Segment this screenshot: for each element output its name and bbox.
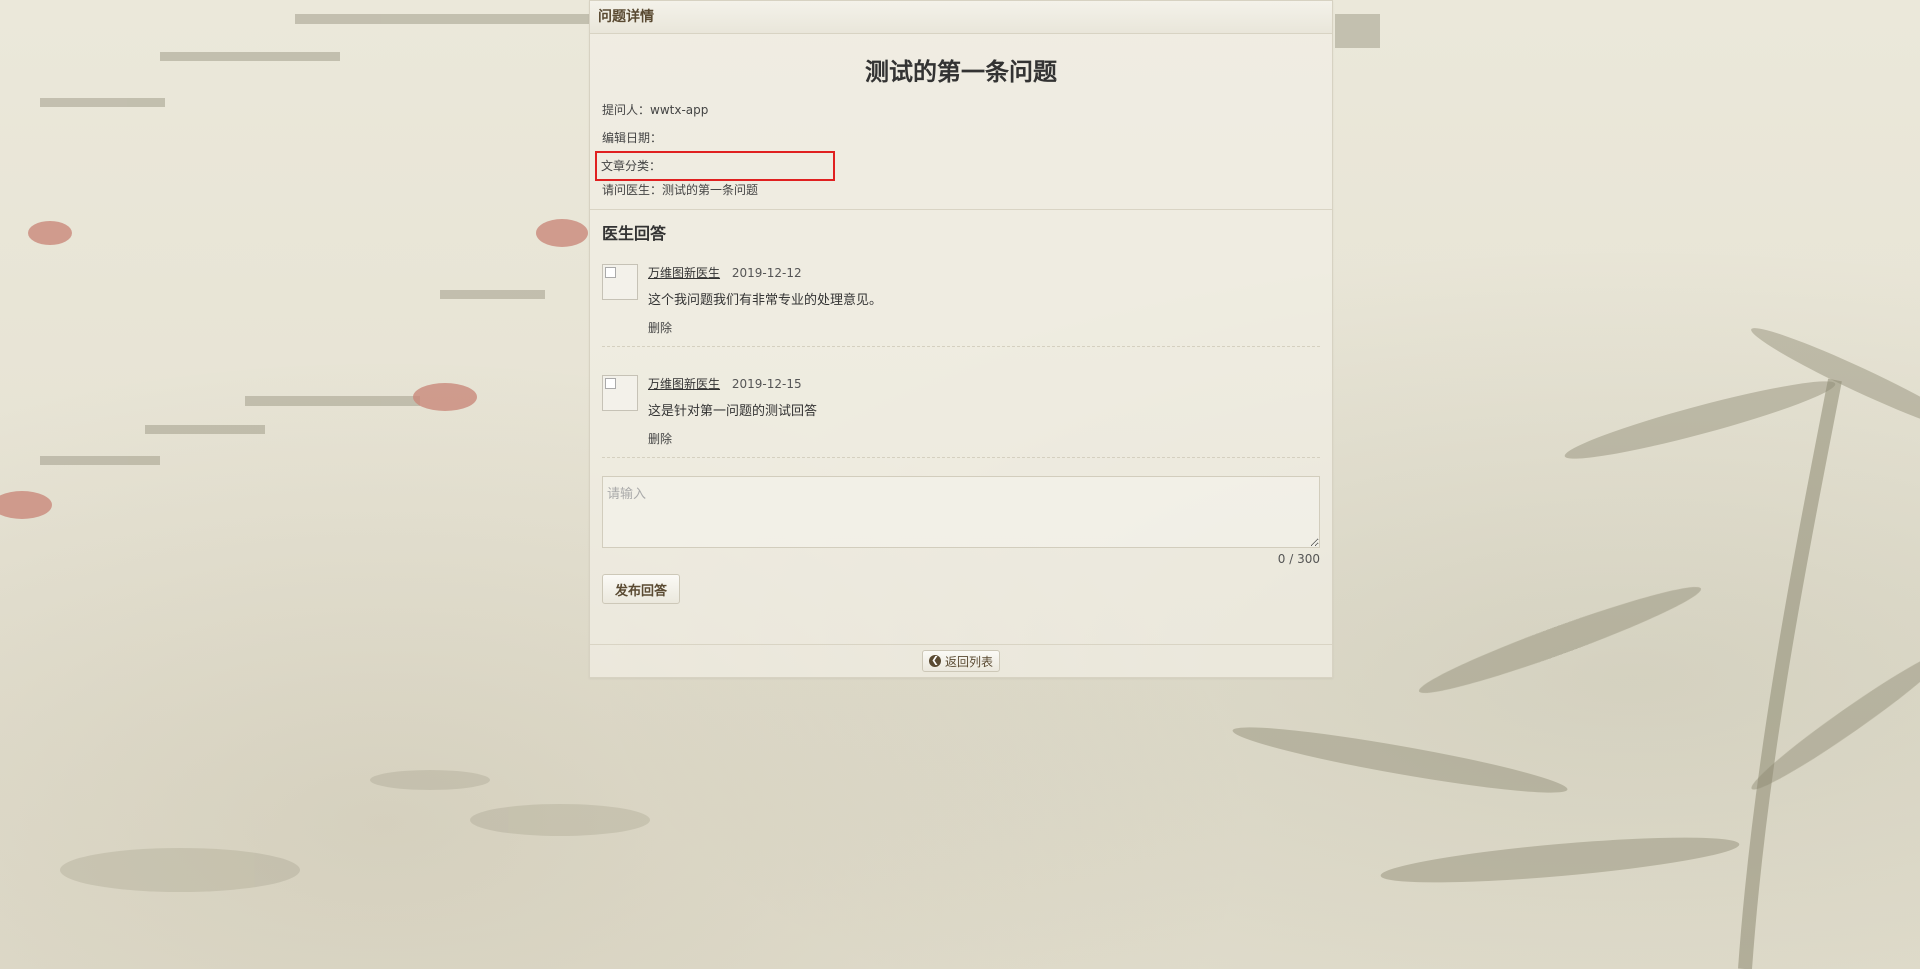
delete-answer-link[interactable]: 删除	[648, 431, 817, 447]
answer-text: 这是针对第一问题的测试回答	[648, 404, 818, 419]
panel-header-title: 问题详情	[590, 1, 1332, 34]
answer-date: 2019-12-12	[731, 266, 802, 280]
panel-footer: ❮ 返回列表	[590, 644, 1332, 677]
category-label: 文章分类：	[601, 159, 662, 173]
asker-value: wwtx-app	[650, 103, 709, 117]
ask-doctor-value: 测试的第一条问题	[662, 183, 759, 197]
delete-answer-link[interactable]: 删除	[648, 320, 882, 336]
arrow-left-circle-icon: ❮	[928, 655, 941, 667]
answer-body: 万维图新医生 2019-12-12 这个我问题我们有非常专业的处理意见。 删除	[648, 264, 882, 336]
answer-head: 万维图新医生 2019-12-15	[648, 375, 817, 393]
post-answer-button[interactable]: 发布回答	[602, 574, 681, 604]
answer-date: 2019-12-15	[731, 377, 802, 391]
question-section: 测试的第一条问题 提问人：wwtx-app 编辑日期： 文章分类： 请问医生：测…	[590, 34, 1332, 210]
doctor-avatar	[602, 264, 638, 300]
ask-doctor-label: 请问医生：	[602, 183, 663, 197]
answer-item: 万维图新医生 2019-12-12 这个我问题我们有非常专业的处理意见。 删除	[602, 264, 1320, 347]
question-detail-panel: 问题详情 测试的第一条问题 提问人：wwtx-app 编辑日期： 文章分类： 请…	[589, 0, 1333, 678]
back-to-list-button[interactable]: ❮ 返回列表	[921, 650, 1000, 672]
edit-date-label: 编辑日期：	[602, 131, 663, 145]
reply-form: 0 / 300 发布回答	[602, 476, 1320, 604]
asker-row: 提问人：wwtx-app	[602, 101, 1320, 129]
answers-section: 医生回答 万维图新医生 2019-12-12 这个我问题我们有非常专业的处理意见…	[590, 210, 1332, 604]
answers-section-title: 医生回答	[602, 224, 667, 243]
answer-body: 万维图新医生 2019-12-15 这是针对第一问题的测试回答 删除	[648, 375, 817, 447]
answer-text: 这个我问题我们有非常专业的处理意见。	[648, 293, 883, 308]
asker-label: 提问人：	[602, 103, 651, 117]
category-row: 文章分类：	[595, 151, 835, 181]
character-counter: 0 / 300	[1277, 552, 1320, 566]
ask-doctor-row: 请问医生：测试的第一条问题	[602, 181, 1320, 209]
reply-textarea[interactable]	[602, 476, 1320, 548]
question-title: 测试的第一条问题	[865, 58, 1057, 86]
doctor-name-link[interactable]: 万维图新医生	[648, 266, 720, 280]
doctor-avatar	[602, 375, 638, 411]
answer-item: 万维图新医生 2019-12-15 这是针对第一问题的测试回答 删除	[602, 375, 1320, 458]
doctor-name-link[interactable]: 万维图新医生	[648, 377, 720, 391]
back-to-list-label: 返回列表	[944, 654, 993, 669]
answer-head: 万维图新医生 2019-12-12	[648, 264, 882, 282]
